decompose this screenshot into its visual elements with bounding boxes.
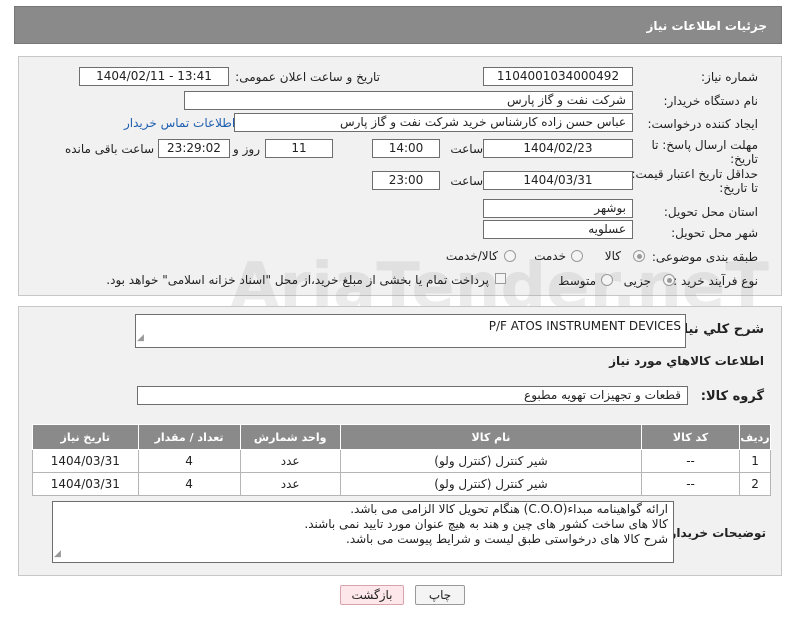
items-table: رديف کد کالا نام کالا واحد شمارش تعداد /… (32, 424, 771, 496)
category-service-radio[interactable] (571, 250, 583, 262)
table-row: 1 -- شیر کنترل (کنترل ولو) عدد 4 1404/03… (32, 449, 771, 473)
col-qty: تعداد / مقدار (137, 424, 241, 450)
buyer-org-label: نام دستگاه خریدار: (663, 94, 759, 108)
process-medium-label: متوسط (558, 274, 596, 288)
buyer-notes-textarea[interactable]: ارائه گواهینامه مبداء(C.O.O) هنگام تحویل… (52, 501, 674, 563)
back-button[interactable]: بازگشت (340, 585, 404, 605)
city-field[interactable]: عسلویه (483, 220, 633, 239)
resize-handle-icon: ◢ (137, 333, 144, 343)
payment-treasury-note: پرداخت تمام یا بخشی از مبلغ خرید،از محل … (106, 273, 489, 287)
category-goods-service-radio[interactable] (504, 250, 516, 262)
row-name: شیر کنترل (کنترل ولو) (339, 472, 643, 496)
days-label: روز و (233, 142, 260, 156)
goods-group-label: گروه کالا: (700, 389, 764, 404)
validity-date-field[interactable]: 1404/03/31 (483, 171, 633, 190)
price-validity-label-2: تا تاریخ: (719, 181, 758, 195)
col-date: تاريخ نياز (32, 424, 139, 450)
reply-time-label: ساعت (450, 142, 483, 156)
buyer-note-line: کالا های ساخت کشور های چین و هند به هیچ … (304, 517, 668, 531)
col-row: رديف (739, 424, 771, 450)
row-unit: عدد (239, 449, 341, 473)
requester-field[interactable]: عباس حسن زاده کارشناس خرید شرکت نفت و گا… (234, 113, 633, 132)
category-label: طبقه بندی موضوعی: (651, 250, 758, 264)
col-name: نام کالا (339, 424, 643, 450)
process-medium-radio[interactable] (601, 274, 613, 286)
validity-time-label: ساعت (450, 174, 483, 188)
table-row: 2 -- شیر کنترل (کنترل ولو) عدد 4 1404/03… (32, 472, 771, 496)
process-minor-label: جزیی (623, 274, 651, 288)
days-field[interactable]: 11 (265, 139, 333, 158)
city-label: شهر محل تحویل: (671, 226, 758, 240)
price-validity-label: حداقل تاریخ اعتبار قیمت: (631, 167, 758, 181)
summary-textarea[interactable]: P/F ATOS INSTRUMENT DEVICES ◢ (135, 314, 686, 348)
buyer-note-line: شرح کالا های درخواستی طبق لیست و شرایط پ… (346, 532, 668, 546)
row-date: 1404/03/31 (32, 449, 139, 473)
row-date: 1404/03/31 (32, 472, 139, 496)
print-button[interactable]: چاپ (415, 585, 465, 605)
summary-text: P/F ATOS INSTRUMENT DEVICES (488, 319, 681, 333)
province-label: استان محل تحویل: (663, 205, 758, 219)
resize-handle-icon: ◢ (54, 549, 61, 559)
items-table-header: رديف کد کالا نام کالا واحد شمارش تعداد /… (32, 424, 771, 450)
reply-time-field[interactable]: 14:00 (372, 139, 440, 158)
reply-deadline-label: مهلت ارسال پاسخ: تا (651, 138, 758, 152)
category-goods-service-label: کالا/خدمت (445, 249, 498, 263)
col-unit: واحد شمارش (239, 424, 341, 450)
goods-section-title: اطلاعات کالاهاي مورد نياز (609, 354, 764, 368)
buyer-org-field[interactable]: شرکت نفت و گاز پارس (184, 91, 633, 110)
goods-group-field[interactable]: قطعات و تجهیزات تهویه مطبوع (137, 386, 688, 405)
requester-label: ایجاد کننده درخواست: (647, 117, 758, 131)
row-qty: 4 (137, 449, 241, 473)
payment-treasury-checkbox[interactable] (495, 273, 506, 284)
reply-date-field[interactable]: 1404/02/23 (483, 139, 633, 158)
buyer-note-line: ارائه گواهینامه مبداء(C.O.O) هنگام تحویل… (350, 502, 668, 516)
category-goods-radio[interactable] (633, 250, 645, 262)
row-number: 2 (739, 472, 771, 496)
announce-label: تاریخ و ساعت اعلان عمومی: (235, 70, 380, 84)
reply-deadline-label-2: تاریخ: (730, 152, 758, 166)
category-goods-label: کالا (604, 249, 621, 263)
category-service-label: خدمت (534, 249, 566, 263)
remaining-time-label: ساعت باقی مانده (64, 142, 154, 156)
buyer-contact-link[interactable]: اطلاعات تماس خریدار (124, 116, 235, 130)
row-qty: 4 (137, 472, 241, 496)
process-label: نوع فرآیند خرید : (673, 274, 758, 288)
province-field[interactable]: بوشهر (483, 199, 633, 218)
buyer-notes-label: توضیحات خریدار: (664, 526, 766, 540)
announce-field[interactable]: 1404/02/11 - 13:41 (79, 67, 229, 86)
process-minor-radio[interactable] (663, 274, 675, 286)
row-code: -- (641, 472, 741, 496)
need-number-label: شماره نیاز: (701, 70, 758, 84)
page-header: جزئیات اطلاعات نیاز (14, 6, 782, 44)
validity-time-field[interactable]: 23:00 (372, 171, 440, 190)
row-code: -- (641, 449, 741, 473)
row-number: 1 (739, 449, 771, 473)
row-unit: عدد (239, 472, 341, 496)
remaining-time-field[interactable]: 23:29:02 (158, 139, 230, 158)
need-number-field[interactable]: 1104001034000492 (483, 67, 633, 86)
page-title: جزئیات اطلاعات نیاز (646, 19, 767, 33)
row-name: شیر کنترل (کنترل ولو) (339, 449, 643, 473)
col-code: کد کالا (641, 424, 741, 450)
